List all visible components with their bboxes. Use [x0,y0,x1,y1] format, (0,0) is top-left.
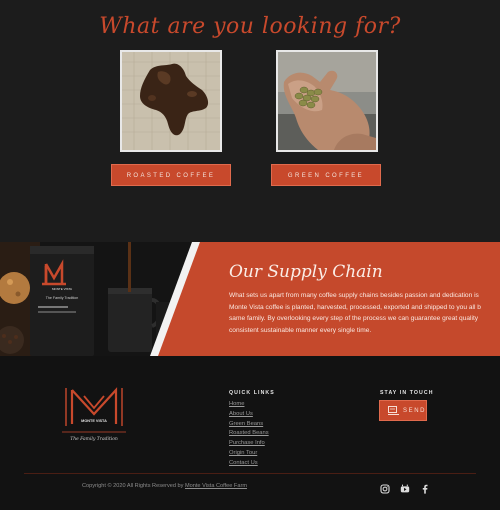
footer-divider [24,473,476,474]
send-button[interactable]: SEND [379,400,427,421]
logo-brand: MONTE VISTA [81,419,107,423]
supply-chain-paragraph: What sets us apart from many coffee supp… [229,290,500,336]
paragraph-line: Monte Vista coffee is planted, harvested… [229,303,481,311]
looking-title: What are you looking for? [99,14,401,39]
quick-link-contact-us[interactable]: Contact Us [229,459,269,469]
copyright-text: Copyright © 2020 All Rights Reserved by … [82,483,247,489]
quick-link-purchase-info[interactable]: Purchase Info [229,439,269,449]
supply-chain-section: MONTE VISTA The Family Tradition Our Sup… [0,242,500,356]
green-coffee-button[interactable]: GREEN COFFEE [271,164,381,186]
bag-tagline: The Family Tradition [46,296,79,300]
quick-link-roasted-beans[interactable]: Roasted Beans [229,429,269,439]
quick-links-list: Home About Us Green Beans Roasted Beans … [229,400,269,469]
roasted-coffee-image[interactable] [120,50,222,152]
bag-brand: MONTE VISTA [52,287,72,291]
quick-link-about-us[interactable]: About Us [229,410,269,420]
facebook-icon[interactable] [420,484,430,494]
quick-link-home[interactable]: Home [229,400,269,410]
quick-link-green-beans[interactable]: Green Beans [229,420,269,430]
paragraph-line: consistent sustainable manner every sing… [229,326,372,334]
roasted-coffee-button[interactable]: ROASTED COFFEE [111,164,231,186]
logo-tagline: The Family Tradition [70,436,118,442]
instagram-icon[interactable] [380,484,390,494]
send-icon [388,406,399,415]
supply-chain-title: Our Supply Chain [229,262,383,282]
quick-link-origin-tour[interactable]: Origin Tour [229,449,269,459]
youtube-icon[interactable] [400,484,410,494]
coffee-bag-photo: MONTE VISTA The Family Tradition [0,242,200,356]
paragraph-line: What sets us apart from many coffee supp… [229,292,479,299]
stay-in-touch-title: STAY IN TOUCH [380,390,434,396]
footer: MONTE VISTA The Family Tradition QUICK L… [0,356,500,510]
copyright-prefix: Copyright © 2020 All Rights Reserved by [82,483,185,489]
monte-vista-logo[interactable]: MONTE VISTA The Family Tradition [62,386,126,444]
looking-section: What are you looking for? ROASTED COFFEE [0,0,500,242]
copyright-link[interactable]: Monte Vista Coffee Farm [185,483,247,489]
send-button-label: SEND [403,408,427,414]
quick-links-title: QUICK LINKS [229,390,275,396]
paragraph-line: same family. By overlooking every step o… [229,315,479,323]
green-coffee-image[interactable] [276,50,378,152]
